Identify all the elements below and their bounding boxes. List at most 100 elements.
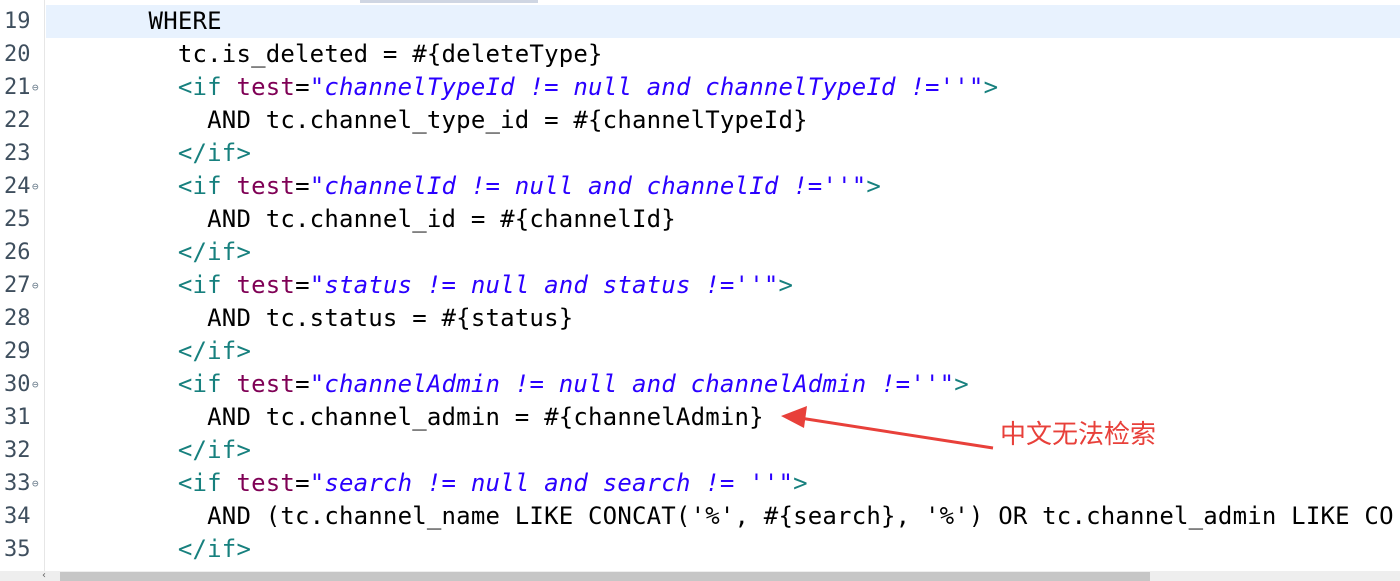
code-text[interactable]: AND tc.status = #{status} <box>46 302 573 335</box>
code-token-attr: test <box>236 370 296 398</box>
code-line[interactable]: 31 AND tc.channel_admin = #{channelAdmin… <box>0 401 1400 434</box>
code-text[interactable]: AND tc.channel_admin = #{channelAdmin} <box>46 401 764 434</box>
code-line[interactable]: 35 </if> <box>0 533 1400 566</box>
code-line[interactable]: 24 ⊖ <if test="channelId != null and chan… <box>0 170 1400 203</box>
code-token-plain: WHERE <box>46 7 222 35</box>
code-token-eq: = <box>295 271 310 299</box>
code-token-plain: AND tc.channel_id = #{channelId} <box>46 205 676 233</box>
code-editor[interactable]: 19 WHERE 20 tc.is_deleted = #{deleteType}… <box>0 0 1400 581</box>
code-text[interactable]: </if> <box>46 434 251 467</box>
code-line[interactable]: 20 tc.is_deleted = #{deleteType} <box>0 38 1400 71</box>
horizontal-scrollbar-thumb[interactable] <box>60 572 1150 581</box>
code-token-tag: </if> <box>177 238 252 266</box>
line-number: 20 <box>4 42 31 67</box>
code-text[interactable]: tc.is_deleted = #{deleteType} <box>46 38 603 71</box>
code-line[interactable]: 34 AND (tc.channel_name LIKE CONCAT('%',… <box>0 500 1400 533</box>
code-token-attr: test <box>236 469 296 497</box>
code-token-val: "channelAdmin != null and channelAdmin !… <box>309 370 955 398</box>
code-token-tag: </if> <box>177 139 252 167</box>
code-token-plain: tc.is_deleted = #{deleteType} <box>46 40 603 68</box>
code-token-attr: test <box>236 172 296 200</box>
code-token-plain: AND tc.channel_type_id = #{channelTypeId… <box>46 106 808 134</box>
fold-toggle-icon[interactable]: ⊖ <box>32 368 39 401</box>
code-token-plain: AND tc.status = #{status} <box>46 304 574 332</box>
code-text[interactable]: AND tc.channel_id = #{channelId} <box>46 203 676 236</box>
code-token-tag: > <box>866 172 882 200</box>
code-line[interactable]: 30 ⊖ <if test="channelAdmin != null and c… <box>0 368 1400 401</box>
line-number: 19 <box>4 9 31 34</box>
line-number: 34 <box>4 504 31 529</box>
code-token-eq: = <box>295 73 310 101</box>
line-number: 22 <box>4 108 31 133</box>
code-line[interactable]: 29 </if> <box>0 335 1400 368</box>
code-line[interactable]: 28 AND tc.status = #{status} <box>0 302 1400 335</box>
code-line[interactable]: 21 ⊖ <if test="channelTypeId != null and … <box>0 71 1400 104</box>
code-text[interactable]: AND (tc.channel_name LIKE CONCAT('%', #{… <box>46 500 1394 533</box>
code-text[interactable]: </if> <box>46 533 251 566</box>
code-line[interactable]: 33 ⊖ <if test="search != null and search … <box>0 467 1400 500</box>
code-line[interactable]: 25 AND tc.channel_id = #{channelId} <box>0 203 1400 236</box>
code-token-tag: <if <box>177 73 237 101</box>
code-text[interactable]: WHERE <box>46 5 222 38</box>
code-line[interactable]: 26 </if> <box>0 236 1400 269</box>
code-lines[interactable]: 19 WHERE 20 tc.is_deleted = #{deleteType}… <box>0 5 1400 566</box>
code-token-eq: = <box>295 172 310 200</box>
code-text[interactable]: <if test="status != null and status !=''… <box>46 269 793 302</box>
annotation-label: 中文无法检索 <box>1000 420 1157 450</box>
code-text[interactable]: </if> <box>46 137 251 170</box>
code-token-tag: </if> <box>177 337 252 365</box>
fold-toggle-icon[interactable]: ⊖ <box>32 170 39 203</box>
code-text[interactable]: <if test="channelId != null and channelI… <box>46 170 881 203</box>
fold-toggle-icon[interactable]: ⊖ <box>32 71 39 104</box>
code-line[interactable]: 32 </if> <box>0 434 1400 467</box>
code-token-tag: > <box>954 370 969 398</box>
code-text[interactable]: </if> <box>46 236 251 269</box>
code-line[interactable]: 27 ⊖ <if test="status != null and status … <box>0 269 1400 302</box>
line-number: 35 <box>4 537 31 562</box>
code-token-tag: > <box>793 469 808 497</box>
code-token-attr: test <box>236 271 296 299</box>
code-text[interactable]: <if test="search != null and search != '… <box>46 467 808 500</box>
code-text[interactable]: </if> <box>46 335 251 368</box>
code-token-tag: <if <box>177 172 237 200</box>
code-token-eq: = <box>295 469 310 497</box>
code-text[interactable]: AND tc.channel_type_id = #{channelTypeId… <box>46 104 808 137</box>
code-text[interactable]: <if test="channelAdmin != null and chann… <box>46 368 969 401</box>
top-scroll-indicator <box>360 0 538 3</box>
horizontal-scrollbar[interactable]: ‹ <box>0 571 1400 581</box>
code-line[interactable]: 23 </if> <box>0 137 1400 170</box>
code-text[interactable]: <if test="channelTypeId != null and chan… <box>46 71 998 104</box>
line-number: 26 <box>4 240 31 265</box>
code-token-plain: AND tc.channel_admin = #{channelAdmin} <box>46 403 764 431</box>
code-token-tag: > <box>778 271 794 299</box>
line-number: 32 <box>4 438 31 463</box>
code-line[interactable]: 19 WHERE <box>0 5 1400 38</box>
code-token-attr: test <box>236 73 296 101</box>
line-number: 28 <box>4 306 31 331</box>
code-line[interactable]: 22 AND tc.channel_type_id = #{channelTyp… <box>0 104 1400 137</box>
code-token-val: "channelTypeId != null and channelTypeId… <box>309 73 984 101</box>
code-token-plain: AND (tc.channel_name LIKE CONCAT('%', #{… <box>46 502 1394 530</box>
fold-toggle-icon[interactable]: ⊖ <box>32 467 39 500</box>
code-token-tag: <if <box>177 469 237 497</box>
code-token-val: "status != null and status !=''" <box>309 271 779 299</box>
code-token-val: "search != null and search != ''" <box>309 469 794 497</box>
code-token-tag: <if <box>177 271 237 299</box>
fold-toggle-icon[interactable]: ⊖ <box>32 269 39 302</box>
code-token-tag: </if> <box>177 436 252 464</box>
code-token-tag: <if <box>177 370 237 398</box>
current-line-highlight <box>46 5 1400 38</box>
code-token-eq: = <box>295 370 310 398</box>
scroll-left-icon[interactable]: ‹ <box>42 571 58 581</box>
line-number: 31 <box>4 405 31 430</box>
code-token-tag: </if> <box>177 535 252 563</box>
